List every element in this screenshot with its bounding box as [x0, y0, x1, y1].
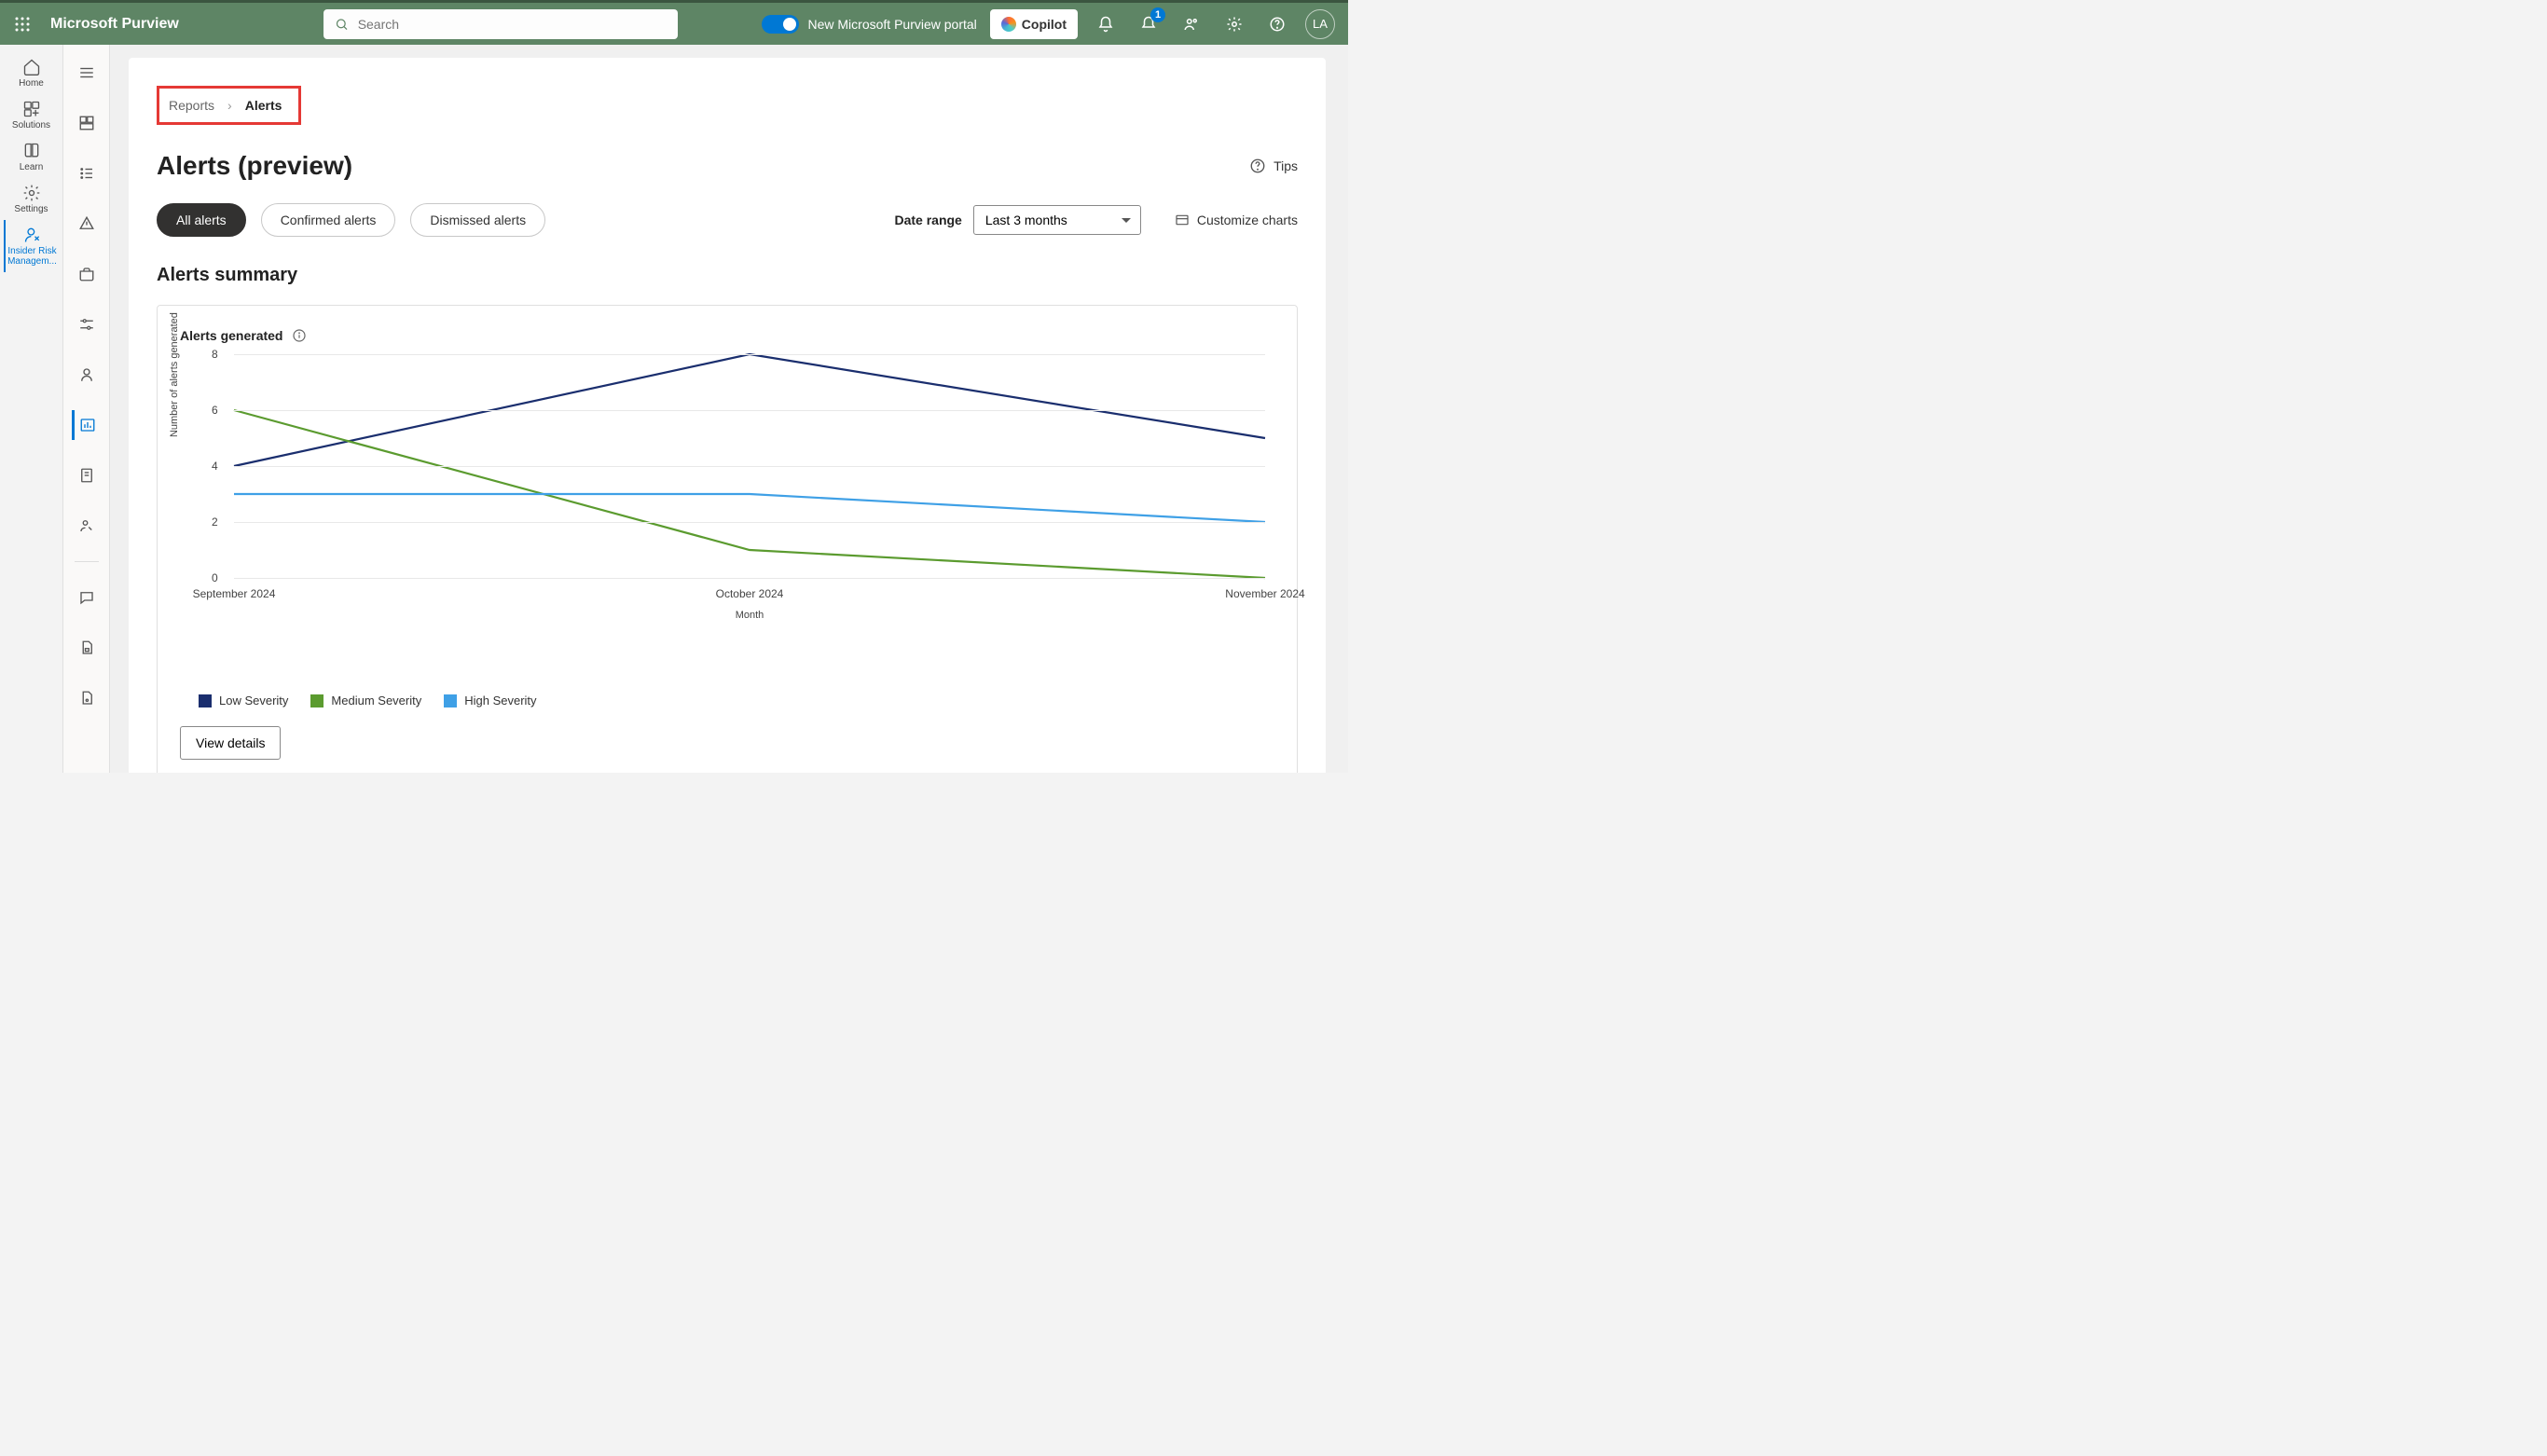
legend-swatch [310, 694, 324, 707]
series-line [234, 494, 1265, 522]
nav-solutions-label: Solutions [12, 120, 50, 130]
collapse-menu-icon[interactable] [72, 58, 102, 88]
chart-legend: Low Severity Medium Severity High Severity [199, 694, 1274, 707]
alerts-icon[interactable]: 1 [1134, 9, 1163, 39]
legend-label: High Severity [464, 694, 536, 707]
copilot-icon [1001, 17, 1016, 32]
date-range-value: Last 3 months [985, 213, 1067, 227]
nav-learn-label: Learn [20, 162, 44, 172]
main-content: Reports › Alerts Alerts (preview) Tips A… [110, 45, 1348, 773]
legend-swatch [444, 694, 457, 707]
gridline [234, 354, 1265, 355]
alerts-generated-chart: Alerts generated Number of alerts genera… [157, 305, 1298, 773]
help-icon[interactable] [1262, 9, 1292, 39]
nav-insider-risk[interactable]: Insider Risk Managem... [4, 220, 60, 272]
users-icon[interactable] [72, 360, 102, 390]
legend-label: Low Severity [219, 694, 288, 707]
top-header: Microsoft Purview New Microsoft Purview … [0, 0, 1348, 45]
breadcrumb: Reports › Alerts [157, 86, 301, 125]
copilot-button[interactable]: Copilot [990, 9, 1078, 39]
cases-icon[interactable] [72, 259, 102, 289]
pill-all-alerts[interactable]: All alerts [157, 203, 246, 237]
y-axis-title: Number of alerts generated [169, 312, 180, 437]
breadcrumb-reports[interactable]: Reports [169, 98, 214, 113]
nav-learn[interactable]: Learn [4, 136, 60, 178]
notifications-icon[interactable] [1091, 9, 1121, 39]
list-icon[interactable] [72, 158, 102, 188]
date-range-label: Date range [894, 213, 961, 227]
chevron-right-icon: › [227, 98, 232, 113]
portal-toggle[interactable] [762, 15, 799, 34]
x-tick: November 2024 [1225, 587, 1304, 600]
tips-label: Tips [1274, 158, 1298, 173]
legend-item: Low Severity [199, 694, 288, 707]
people-icon[interactable] [1177, 9, 1206, 39]
portal-toggle-label: New Microsoft Purview portal [808, 17, 977, 32]
legend-label: Medium Severity [331, 694, 421, 707]
customize-label: Customize charts [1197, 213, 1298, 227]
reports-icon[interactable] [72, 410, 102, 440]
tips-button[interactable]: Tips [1249, 158, 1298, 174]
nav-settings-label: Settings [14, 204, 48, 214]
breadcrumb-current: Alerts [245, 98, 282, 113]
alerts-nav-icon[interactable] [72, 209, 102, 239]
copilot-label: Copilot [1022, 17, 1067, 32]
search-icon [335, 17, 349, 32]
nav-solutions[interactable]: Solutions [4, 94, 60, 136]
legend-swatch [199, 694, 212, 707]
nav-home-label: Home [19, 78, 44, 89]
page-title: Alerts (preview) [157, 151, 352, 181]
x-tick: September 2024 [193, 587, 276, 600]
overview-icon[interactable] [72, 108, 102, 138]
legend-item: High Severity [444, 694, 536, 707]
customize-charts-button[interactable]: Customize charts [1175, 213, 1298, 227]
user-avatar[interactable]: LA [1305, 9, 1335, 39]
chart-title: Alerts generated [180, 328, 282, 343]
search-box[interactable] [324, 9, 678, 39]
nav-settings[interactable]: Settings [4, 178, 60, 220]
settings-icon[interactable] [1219, 9, 1249, 39]
lock-file-icon[interactable] [72, 633, 102, 663]
app-name: Microsoft Purview [50, 16, 179, 33]
gridline [234, 410, 1265, 411]
info-icon[interactable] [292, 328, 307, 343]
x-axis-title: Month [736, 610, 764, 621]
y-tick: 8 [212, 348, 218, 361]
legend-item: Medium Severity [310, 694, 421, 707]
chat-icon[interactable] [72, 583, 102, 612]
nav-divider [75, 561, 99, 562]
primary-nav-rail: Home Solutions Learn Settings Insider Ri… [0, 45, 63, 773]
search-input[interactable] [358, 17, 667, 32]
nav-insider-risk-label: Insider Risk Managem... [6, 246, 60, 267]
gridline [234, 466, 1265, 467]
date-range-select[interactable]: Last 3 months [973, 205, 1141, 235]
audit-icon[interactable] [72, 511, 102, 541]
x-tick: October 2024 [716, 587, 784, 600]
alerts-badge: 1 [1150, 7, 1165, 22]
section-title: Alerts summary [157, 265, 1298, 286]
pill-confirmed-alerts[interactable]: Confirmed alerts [261, 203, 396, 237]
gridline [234, 522, 1265, 523]
nav-home[interactable]: Home [4, 52, 60, 94]
y-tick: 0 [212, 571, 218, 584]
gridline [234, 578, 1265, 579]
y-tick: 2 [212, 515, 218, 529]
doc-lock-icon[interactable] [72, 683, 102, 713]
pill-dismissed-alerts[interactable]: Dismissed alerts [410, 203, 545, 237]
secondary-nav-rail [63, 45, 110, 773]
evidence-icon[interactable] [72, 460, 102, 490]
y-tick: 6 [212, 404, 218, 417]
filters-icon[interactable] [72, 309, 102, 339]
y-tick: 4 [212, 460, 218, 473]
view-details-button[interactable]: View details [180, 726, 281, 760]
app-launcher-icon[interactable] [0, 3, 45, 45]
